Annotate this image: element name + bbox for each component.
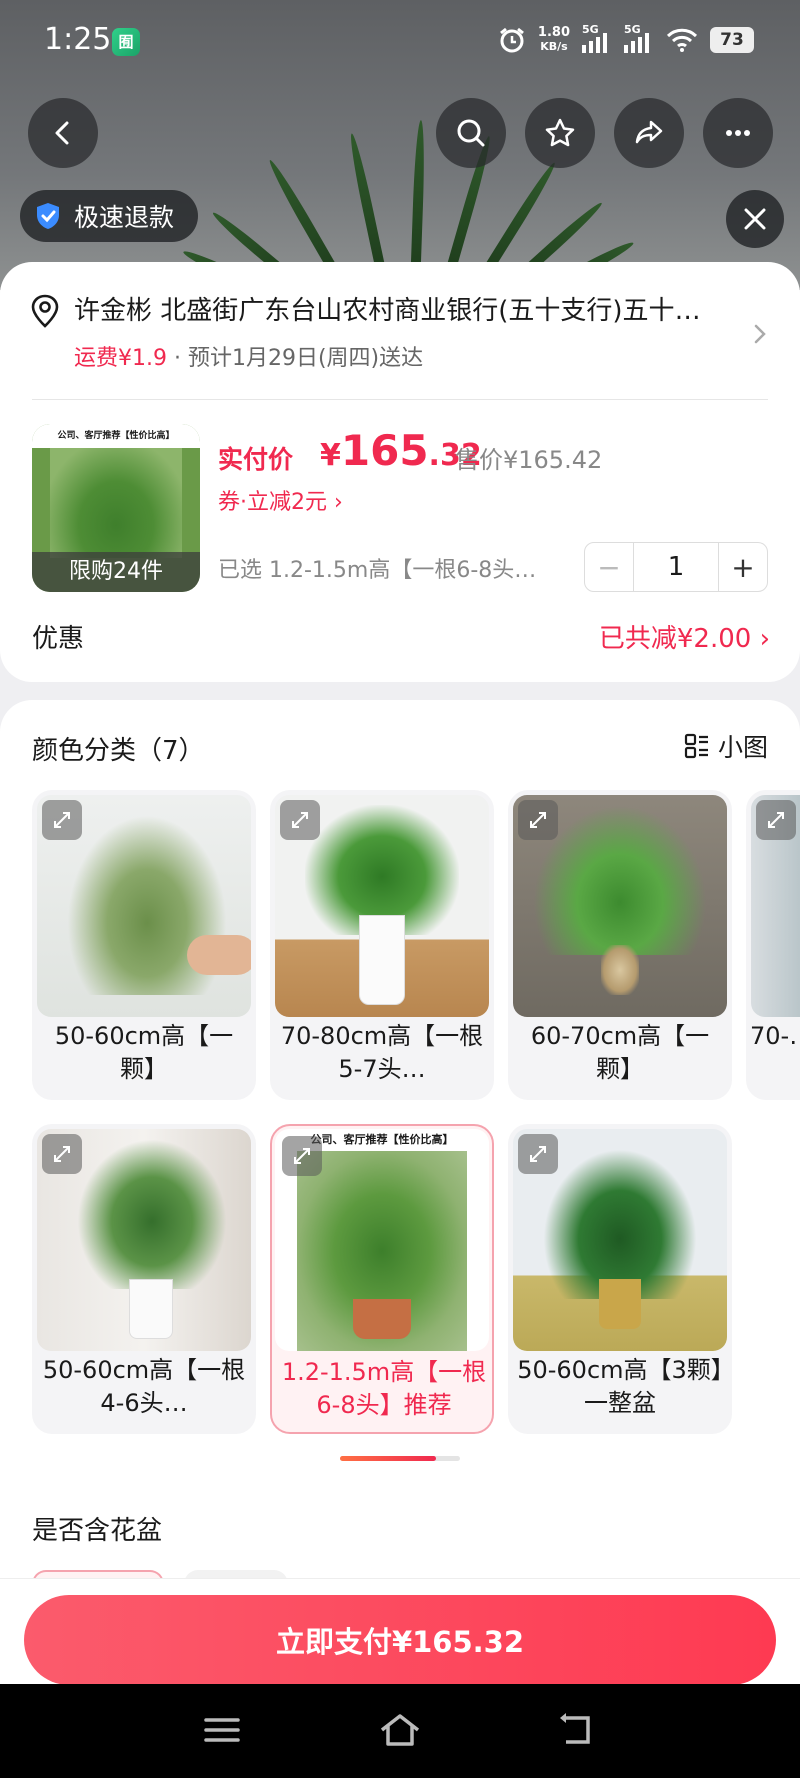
variant-tile[interactable]: 50-60cm高【3颗】一整盆 xyxy=(508,1124,732,1434)
expand-icon[interactable] xyxy=(282,1136,322,1176)
expand-icon[interactable] xyxy=(518,1134,558,1174)
scroll-thumb xyxy=(340,1456,436,1461)
sale-price: 售价¥165.42 xyxy=(455,446,603,474)
wifi-icon xyxy=(666,28,698,52)
fast-refund-badge: 极速退款 xyxy=(20,190,199,242)
variant-tile[interactable]: 60-70cm高【一颗】 xyxy=(508,790,732,1100)
variant-tile[interactable]: 70-…颗 xyxy=(746,790,800,1100)
delivery-estimate: · 预计1月29日(周四)送达 xyxy=(174,346,424,371)
shipping-info: 运费¥1.9 · 预计1月29日(周四)送达 xyxy=(74,340,423,372)
status-bar: 1:25 囿 1.80 KB/s 5G 5G 73 xyxy=(0,0,800,86)
pot-option-title: 是否含花盆 xyxy=(32,1516,163,1546)
signal-icon-1: 5G xyxy=(582,23,612,53)
variant-label: 50-60cm高【3颗】一整盆 xyxy=(517,1356,723,1417)
share-button[interactable] xyxy=(614,98,684,168)
more-dots-icon xyxy=(726,130,750,136)
order-summary-card: 许金彬 北盛街广东台山农村商业银行(五十支行)五十镇北盛街 运费¥1.9 · 预… xyxy=(0,262,800,682)
app-notification-icon: 囿 xyxy=(112,28,140,56)
back-nav-icon[interactable] xyxy=(556,1708,600,1752)
variant-scroll-indicator xyxy=(340,1456,460,1461)
quantity-stepper: − 1 + xyxy=(584,542,768,592)
small-image-toggle[interactable]: 小图 xyxy=(684,728,768,764)
delivery-address: 许金彬 北盛街广东台山农村商业银行(五十支行)五十镇北盛街 xyxy=(74,296,724,326)
favorite-button[interactable] xyxy=(525,98,595,168)
menu-icon[interactable] xyxy=(200,1708,244,1752)
more-button[interactable] xyxy=(703,98,773,168)
search-icon xyxy=(457,119,485,147)
increase-qty-button[interactable]: + xyxy=(719,551,767,584)
list-grid-icon xyxy=(684,733,708,759)
expand-icon[interactable] xyxy=(756,800,796,840)
shipping-fee: 运费¥1.9 xyxy=(74,346,167,371)
variant-tile[interactable]: 50-60cm高【一根4-6头… xyxy=(32,1124,256,1434)
refund-label: 极速退款 xyxy=(74,203,175,232)
divider xyxy=(32,399,768,400)
search-button[interactable] xyxy=(436,98,506,168)
close-sheet-button[interactable] xyxy=(726,190,784,248)
decrease-qty-button[interactable]: − xyxy=(585,551,633,584)
system-nav-bar xyxy=(0,1684,800,1778)
variant-tile-selected[interactable]: 公司、客厅推荐【性价比高】 1.2-1.5m高【一根6-8头】推荐 xyxy=(270,1124,494,1434)
chevron-left-icon xyxy=(55,121,69,145)
close-icon xyxy=(744,208,766,230)
home-icon[interactable] xyxy=(378,1708,422,1752)
quantity-value[interactable]: 1 xyxy=(633,543,719,591)
address-row[interactable]: 许金彬 北盛街广东台山农村商业银行(五十支行)五十镇北盛街 运费¥1.9 · 预… xyxy=(30,290,770,372)
variant-label: 70-…颗 xyxy=(750,1022,800,1050)
variant-label: 70-80cm高【一根5-7头… xyxy=(280,1022,484,1083)
battery-indicator: 73 xyxy=(710,27,754,53)
variant-title: 颜色分类（7） xyxy=(32,736,205,766)
plant-image xyxy=(50,448,182,558)
thumb-banner: 公司、客厅推荐【性价比高】 xyxy=(32,424,200,448)
expand-icon[interactable] xyxy=(42,800,82,840)
location-pin-icon xyxy=(31,294,59,328)
expand-icon[interactable] xyxy=(518,800,558,840)
network-speed: 1.80 KB/s xyxy=(537,25,570,54)
alarm-icon xyxy=(499,27,524,53)
share-icon xyxy=(635,120,663,144)
expand-icon[interactable] xyxy=(280,800,320,840)
back-button[interactable] xyxy=(28,98,98,168)
variant-label: 60-70cm高【一颗】 xyxy=(530,1022,710,1083)
pay-now-button[interactable]: 立即支付¥165.32 xyxy=(24,1595,776,1685)
product-thumbnail[interactable]: 公司、客厅推荐【性价比高】 限购24件 xyxy=(32,424,200,592)
status-time: 1:25 xyxy=(44,22,112,57)
pay-price-label: 实付价 xyxy=(218,445,294,474)
chevron-right-icon xyxy=(754,324,766,344)
promo-label: 优惠 xyxy=(32,624,85,654)
signal-icon-2: 5G xyxy=(624,23,654,53)
bottom-action-bar: 立即支付¥165.32 xyxy=(0,1578,800,1685)
expand-icon[interactable] xyxy=(42,1134,82,1174)
coupon-link[interactable]: 券·立减2元 › xyxy=(218,484,343,516)
variant-tile[interactable]: 50-60cm高【一颗】 xyxy=(32,790,256,1100)
variant-label: 1.2-1.5m高【一根6-8头】推荐 xyxy=(281,1358,487,1419)
variant-label: 50-60cm高【一颗】 xyxy=(54,1022,234,1083)
variant-tile[interactable]: 70-80cm高【一根5-7头… xyxy=(270,790,494,1100)
purchase-limit: 限购24件 xyxy=(32,552,200,592)
promo-total[interactable]: 已共减¥2.00 › xyxy=(599,618,770,655)
star-icon xyxy=(545,118,575,147)
variant-label: 50-60cm高【一根4-6头… xyxy=(42,1356,246,1417)
shield-check-icon xyxy=(37,203,59,229)
selected-variant: 已选 1.2-1.5m高【一根6-8头】推荐 xyxy=(218,558,558,583)
